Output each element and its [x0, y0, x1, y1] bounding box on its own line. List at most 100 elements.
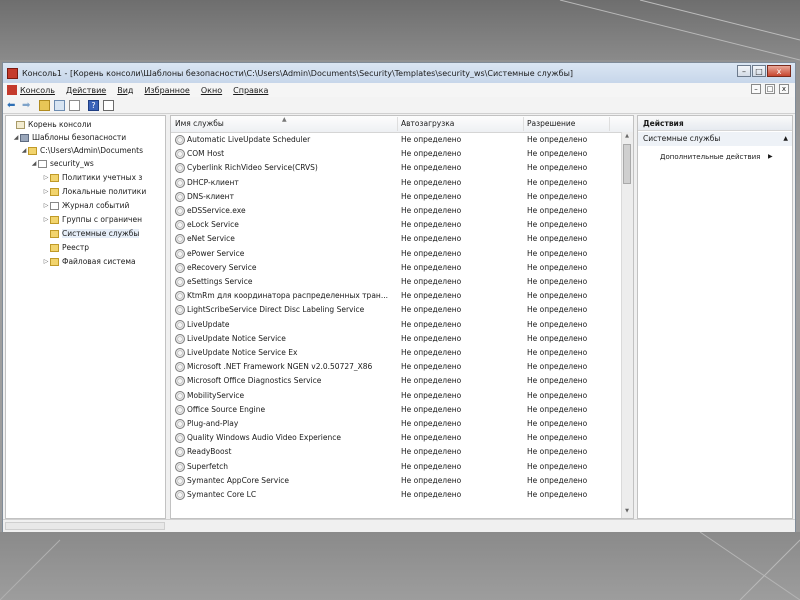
- service-name: Quality Windows Audio Video Experience: [187, 433, 341, 443]
- tree-item-label: Реестр: [62, 243, 90, 252]
- action-pane-icon[interactable]: [103, 99, 114, 111]
- scroll-up-icon[interactable]: ▲: [623, 133, 631, 142]
- table-row[interactable]: ReadyBoost Не определено Не определено: [171, 445, 623, 459]
- minimize-button[interactable]: –: [737, 65, 751, 77]
- table-row[interactable]: eNet Service Не определено Не определено: [171, 232, 623, 246]
- inner-restore-button[interactable]: □: [765, 84, 775, 94]
- service-permission: Не определено: [527, 291, 588, 301]
- menu-action[interactable]: Действие: [66, 86, 106, 95]
- table-row[interactable]: LightScribeService Direct Disc Labeling …: [171, 303, 623, 317]
- table-row[interactable]: Symantec AppCore Service Не определено Не …: [171, 474, 623, 488]
- table-row[interactable]: LiveUpdate Notice Service Не определено Не…: [171, 332, 623, 346]
- console-menu-icon[interactable]: [7, 85, 17, 95]
- service-icon: [175, 220, 185, 231]
- table-row[interactable]: eSettings Service Не определено Не определ…: [171, 275, 623, 289]
- table-row[interactable]: Automatic LiveUpdate Scheduler Не определ…: [171, 133, 623, 147]
- table-row[interactable]: Quality Windows Audio Video Experience Не…: [171, 431, 623, 445]
- service-icon: [175, 404, 185, 415]
- show-hide-tree-icon[interactable]: [54, 99, 65, 111]
- table-row[interactable]: Superfetch Не определено Не определено: [171, 460, 623, 474]
- tree-item-registry[interactable]: Реестр: [42, 241, 89, 254]
- tree-item-console-root[interactable]: Корень консоли: [8, 118, 91, 131]
- service-startup: Не определено: [401, 177, 462, 187]
- collapse-icon[interactable]: ▷: [42, 188, 50, 195]
- table-row[interactable]: DHCP-клиент Не определено Не определено: [171, 176, 623, 190]
- forward-arrow-icon[interactable]: ➡: [22, 100, 33, 111]
- table-row[interactable]: eRecovery Service Не определено Не определ…: [171, 261, 623, 275]
- column-header-permission[interactable]: Разрешение: [527, 119, 575, 128]
- service-icon: [175, 490, 185, 500]
- expand-icon[interactable]: ◢: [12, 134, 20, 141]
- table-row[interactable]: LiveUpdate Не определено Не определено: [171, 318, 623, 332]
- table-row[interactable]: Microsoft Office Diagnostics Service Не о…: [171, 374, 623, 388]
- tree-item-system-services[interactable]: Системные службы: [42, 227, 140, 240]
- collapse-icon[interactable]: ▷: [42, 174, 50, 181]
- up-folder-icon[interactable]: [39, 99, 50, 111]
- root-folder-icon: [16, 120, 25, 129]
- column-divider[interactable]: [397, 117, 398, 131]
- table-row[interactable]: eDSService.exe Не определено Не определено: [171, 204, 623, 218]
- vertical-scrollbar[interactable]: ▲ ▼: [621, 132, 633, 518]
- tree-horizontal-scrollbar[interactable]: [5, 522, 165, 530]
- service-startup: Не определено: [401, 262, 462, 272]
- table-row[interactable]: Cyberlink RichVideo Service(CRVS) Не опре…: [171, 161, 623, 175]
- collapse-arrow-icon[interactable]: ▲: [783, 132, 788, 146]
- table-row[interactable]: ePower Service Не определено Не определено: [171, 247, 623, 261]
- table-row[interactable]: MobilityService Не определено Не определен…: [171, 389, 623, 403]
- expand-icon[interactable]: ◢: [20, 147, 28, 154]
- column-header-service-name[interactable]: Имя службы: [175, 119, 224, 128]
- scroll-thumb[interactable]: [623, 144, 631, 184]
- title-bar[interactable]: Консоль1 - [Корень консоли\Шаблоны безоп…: [3, 63, 795, 83]
- menu-window[interactable]: Окно: [201, 86, 222, 95]
- table-row[interactable]: Symantec Core LC Не определено Не определе…: [171, 488, 623, 502]
- service-name: LiveUpdate: [187, 319, 230, 329]
- service-permission: Не определено: [527, 177, 588, 187]
- scroll-down-icon[interactable]: ▼: [623, 508, 631, 517]
- column-divider[interactable]: [609, 117, 610, 131]
- tree-item-file-system[interactable]: ▷ Файловая система: [42, 255, 136, 268]
- tree-item-documents-path[interactable]: ◢ C:\Users\Admin\Documents: [20, 144, 143, 157]
- help-icon[interactable]: ?: [88, 99, 99, 111]
- table-row[interactable]: eLock Service Не определено Не определено: [171, 218, 623, 232]
- service-startup: Не определено: [401, 333, 462, 343]
- menu-help[interactable]: Справка: [233, 86, 268, 95]
- tree-item-event-log[interactable]: ▷ Журнал событий: [42, 199, 130, 212]
- menu-console[interactable]: Консоль: [20, 86, 55, 95]
- column-divider[interactable]: [523, 117, 524, 131]
- inner-close-button[interactable]: x: [779, 84, 789, 94]
- service-name: eLock Service: [187, 220, 239, 230]
- collapse-icon[interactable]: ▷: [42, 258, 50, 265]
- table-row[interactable]: KtmRm для координатора распределенных тр…: [171, 289, 623, 303]
- actions-section-system-services[interactable]: Системные службы ▲: [638, 132, 792, 146]
- table-row[interactable]: Office Source Engine Не определено Не опре…: [171, 403, 623, 417]
- tree-item-security-ws[interactable]: ◢ security_ws: [30, 157, 94, 170]
- tree-item-account-policies[interactable]: ▷ Политики учетных з: [42, 171, 143, 184]
- tree-item-label: Шаблоны безопасности: [32, 133, 127, 142]
- collapse-icon[interactable]: ▷: [42, 202, 50, 209]
- back-arrow-icon[interactable]: ⬅: [7, 100, 18, 111]
- menu-view[interactable]: Вид: [117, 86, 133, 95]
- export-list-icon[interactable]: [69, 99, 80, 111]
- table-row[interactable]: COM Host Не определено Не определено: [171, 147, 623, 161]
- collapse-icon[interactable]: ▷: [42, 216, 50, 223]
- close-button[interactable]: x: [767, 65, 791, 77]
- column-header-startup[interactable]: Автозагрузка: [401, 119, 454, 128]
- folder-icon: [28, 146, 37, 155]
- service-permission: Не определено: [527, 163, 588, 173]
- table-row[interactable]: Plug-and-Play Не определено Не определено: [171, 417, 623, 431]
- inner-minimize-button[interactable]: –: [751, 84, 761, 94]
- expand-icon[interactable]: ◢: [30, 160, 38, 167]
- tree-item-security-templates[interactable]: ◢ Шаблоны безопасности: [12, 131, 126, 144]
- table-row[interactable]: Microsoft .NET Framework NGEN v2.0.50727…: [171, 360, 623, 374]
- tree-item-local-policies[interactable]: ▷ Локальные политики: [42, 185, 147, 198]
- service-icon: [175, 390, 185, 401]
- tree-item-label: Корень консоли: [28, 120, 92, 129]
- maximize-button[interactable]: □: [752, 65, 766, 77]
- menu-favorites[interactable]: Избранное: [144, 86, 189, 95]
- table-row[interactable]: DNS-клиент Не определено Не определено: [171, 190, 623, 204]
- service-name: ePower Service: [187, 248, 245, 258]
- more-actions-item[interactable]: Дополнительные действия ▶: [660, 153, 773, 161]
- service-permission: Не определено: [527, 390, 588, 400]
- tree-item-restricted-groups[interactable]: ▷ Группы с ограничен: [42, 213, 142, 226]
- table-row[interactable]: LiveUpdate Notice Service Ex Не определен…: [171, 346, 623, 360]
